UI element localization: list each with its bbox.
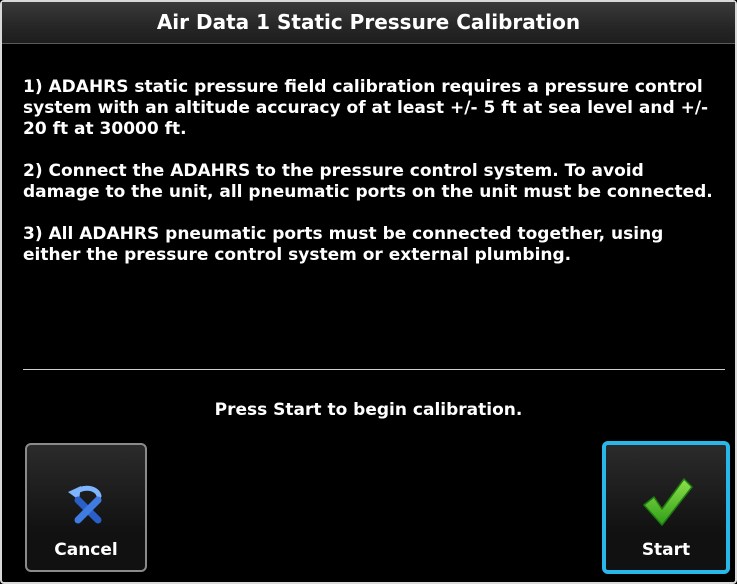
- dialog-title: Air Data 1 Static Pressure Calibration: [156, 10, 581, 34]
- instruction-step-1: 1) ADAHRS static pressure field calibrat…: [23, 77, 709, 139]
- start-prompt: Press Start to begin calibration.: [214, 400, 523, 420]
- title-bar: Air Data 1 Static Pressure Calibration: [2, 2, 735, 44]
- instruction-step-2: 2) Connect the ADAHRS to the pressure co…: [23, 161, 713, 202]
- instruction-step-3: 3) All ADAHRS pneumatic ports must be co…: [23, 224, 664, 265]
- divider: [23, 369, 725, 370]
- undo-cancel-icon: [68, 485, 102, 524]
- checkmark-icon: [643, 478, 693, 526]
- cancel-label: Cancel: [54, 540, 118, 560]
- cancel-button[interactable]: Cancel: [25, 443, 147, 572]
- start-button[interactable]: Start: [602, 441, 730, 574]
- instructions: 1) ADAHRS static pressure field calibrat…: [23, 77, 723, 287]
- start-label: Start: [641, 540, 691, 560]
